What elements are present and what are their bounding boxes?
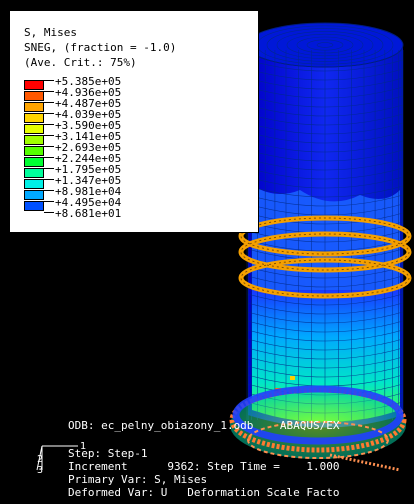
legend-swatch [24,135,44,145]
odb-label: ODB: ec_pelny_obiazony_1.odb ABAQUS/EX [68,419,340,432]
contour-legend: S, Mises SNEG, (fraction = -1.0) (Ave. C… [9,10,259,233]
legend-swatch [24,157,44,167]
legend-tick [44,141,54,152]
legend-swatch [24,190,44,200]
legend-title: S, Mises [24,26,77,39]
legend-tick [44,207,54,218]
deformed-var-label: Deformed Var: U Deformation Scale Facto [68,486,340,499]
legend-tick [44,185,54,196]
legend-tick [44,152,54,163]
legend-tick [44,130,54,141]
legend-averaging: (Ave. Crit.: 75%) [24,56,137,69]
legend-tick [44,97,54,108]
increment-label: Increment 9362: Step Time = 1.000 [68,460,340,473]
legend-tick [44,119,54,130]
step-label: Step: Step-1 [68,447,148,460]
legend-tick [44,174,54,185]
legend-swatch [24,201,44,211]
primary-var-label: Primary Var: S, Mises [68,473,208,486]
legend-swatch [24,80,44,90]
legend-swatch [24,179,44,189]
triad-y-label: 2 [37,454,43,465]
legend-tick [44,75,54,86]
legend-tick [44,86,54,97]
legend-tick [44,196,54,207]
legend-subtitle: SNEG, (fraction = -1.0) [24,41,177,54]
legend-value: +8.681e+01 [55,207,122,220]
legend-swatch [24,113,44,123]
legend-tick [44,163,54,174]
legend-swatch [24,124,44,134]
legend-swatch [24,146,44,156]
triad-z-label: 3 [37,465,43,476]
legend-swatch [24,102,44,112]
legend-swatch [24,91,44,101]
legend-tick [44,108,54,119]
legend-swatch [24,168,44,178]
